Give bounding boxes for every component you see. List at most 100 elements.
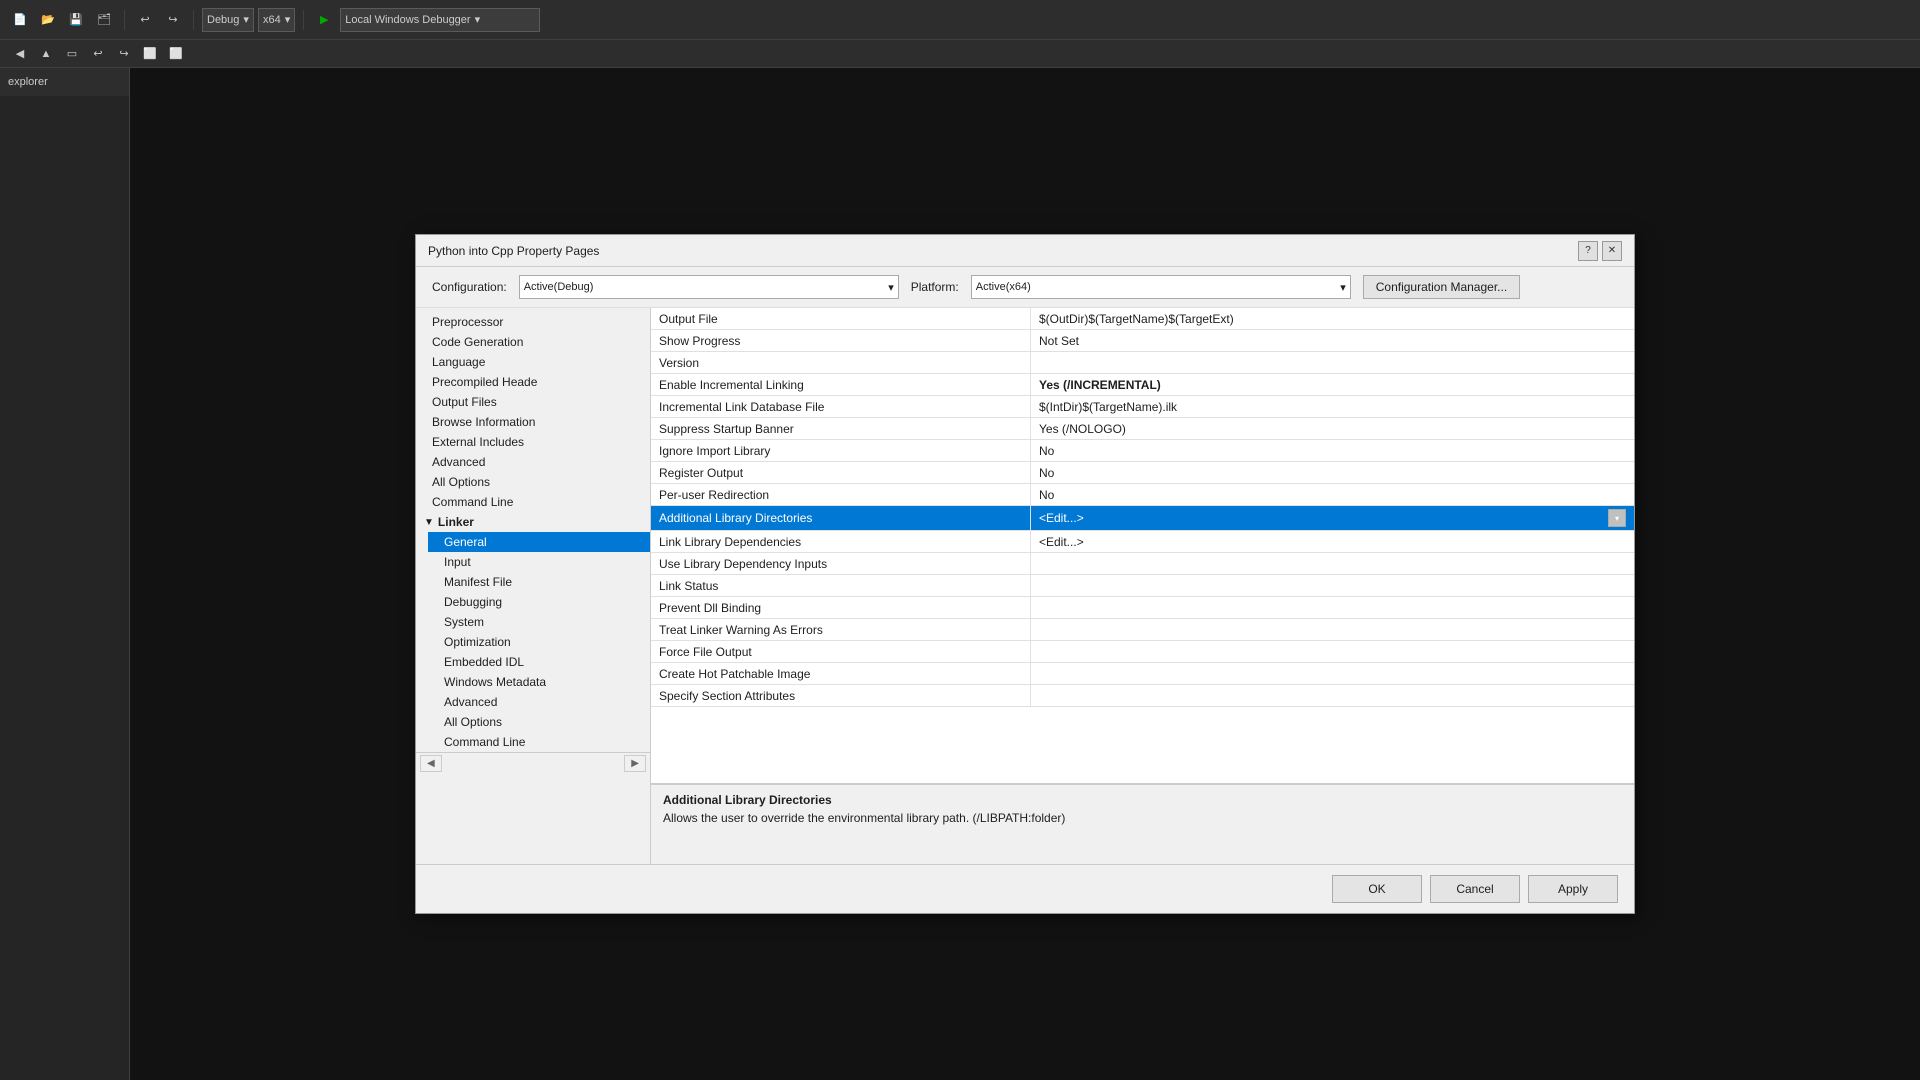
prop-value-force-file: [1031, 641, 1634, 662]
tree-item-command-line-linker[interactable]: Command Line: [428, 732, 650, 752]
platform-label: Platform:: [911, 280, 959, 294]
config-manager-button[interactable]: Configuration Manager...: [1363, 275, 1520, 299]
platform-arrow: ▾: [1340, 281, 1346, 294]
toolbar-save-all-btn[interactable]: 🗂: [92, 8, 116, 32]
tree-item-debugging[interactable]: Debugging: [428, 592, 650, 612]
description-area: Additional Library Directories Allows th…: [651, 784, 1634, 864]
prop-value-incremental: Yes (/INCREMENTAL): [1031, 374, 1634, 395]
toolbar-redo-btn[interactable]: ↪: [161, 8, 185, 32]
prop-dropdown-button[interactable]: ▾: [1608, 509, 1626, 527]
tree-item-output-files[interactable]: Output Files: [416, 392, 650, 412]
prop-value-output-file: $(OutDir)$(TargetName)$(TargetExt): [1031, 308, 1634, 329]
dialog-overlay: Python into Cpp Property Pages ? ✕ Confi…: [130, 68, 1920, 1080]
prop-name-section-attrs: Specify Section Attributes: [651, 685, 1031, 706]
prop-value-ilk-file: $(IntDir)$(TargetName).ilk: [1031, 396, 1634, 417]
prop-value-linker-warnings: [1031, 619, 1634, 640]
tree-item-external-includes[interactable]: External Includes: [416, 432, 650, 452]
configuration-dropdown[interactable]: Active(Debug) ▾: [519, 275, 899, 299]
tree-item-optimization[interactable]: Optimization: [428, 632, 650, 652]
prop-name-output-file: Output File: [651, 308, 1031, 329]
tree-item-windows-metadata[interactable]: Windows Metadata: [428, 672, 650, 692]
prop-name-per-user: Per-user Redirection: [651, 484, 1031, 505]
tree-item-input[interactable]: Input: [428, 552, 650, 572]
prop-row-use-lib-deps: Use Library Dependency Inputs: [651, 553, 1634, 575]
debugger-dropdown[interactable]: Local Windows Debugger ▾: [340, 8, 540, 32]
config-value: Active(Debug): [524, 281, 594, 293]
properties-table: Output File $(OutDir)$(TargetName)$(Targ…: [651, 308, 1634, 784]
dialog-titlebar: Python into Cpp Property Pages ? ✕: [416, 235, 1634, 267]
prop-name-ilk-file: Incremental Link Database File: [651, 396, 1031, 417]
description-text: Allows the user to override the environm…: [663, 811, 1622, 825]
prop-value-link-lib-deps: <Edit...>: [1031, 531, 1634, 552]
tree-item-all-options-top[interactable]: All Options: [416, 472, 650, 492]
toolbar2-btn1[interactable]: ◀: [8, 42, 32, 66]
help-button[interactable]: ?: [1578, 241, 1598, 261]
platform-dropdown[interactable]: Active(x64) ▾: [971, 275, 1351, 299]
tree-item-advanced-linker[interactable]: Advanced: [428, 692, 650, 712]
toolbar-undo-btn[interactable]: ↩: [133, 8, 157, 32]
toolbar2-btn6[interactable]: ⬜: [138, 42, 162, 66]
tree-scroll-left[interactable]: ◀: [420, 755, 442, 772]
toolbar-sep3: [303, 10, 304, 30]
toolbar-sep1: [124, 10, 125, 30]
tree-item-preprocessor[interactable]: Preprocessor: [416, 312, 650, 332]
prop-name-link-lib-deps: Link Library Dependencies: [651, 531, 1031, 552]
dialog-title: Python into Cpp Property Pages: [428, 244, 599, 258]
tree-item-precompiled[interactable]: Precompiled Heade: [416, 372, 650, 392]
prop-row-version: Version: [651, 352, 1634, 374]
tree-item-system[interactable]: System: [428, 612, 650, 632]
toolbar2-btn2[interactable]: ▲: [34, 42, 58, 66]
prop-row-section-attrs: Specify Section Attributes: [651, 685, 1634, 707]
prop-row-prevent-dll: Prevent Dll Binding: [651, 597, 1634, 619]
tree-item-advanced-top[interactable]: Advanced: [416, 452, 650, 472]
platform-value: Active(x64): [976, 281, 1031, 293]
tree-item-general[interactable]: General: [428, 532, 650, 552]
toolbar2-btn7[interactable]: ⬜: [164, 42, 188, 66]
prop-value-link-status: [1031, 575, 1634, 596]
prop-name-incremental: Enable Incremental Linking: [651, 374, 1031, 395]
dialog-content: Preprocessor Code Generation Language Pr…: [416, 308, 1634, 864]
prop-row-linker-warnings: Treat Linker Warning As Errors: [651, 619, 1634, 641]
linker-children: General Input Manifest File Debugging Sy…: [416, 532, 650, 752]
toolbar2-btn5[interactable]: ↪: [112, 42, 136, 66]
prop-name-hot-patch: Create Hot Patchable Image: [651, 663, 1031, 684]
cancel-button[interactable]: Cancel: [1430, 875, 1520, 903]
tree-section-linker[interactable]: ▼ Linker: [416, 512, 650, 532]
platform-label: x64: [263, 14, 281, 26]
ide-toolbar: 📄 📂 💾 🗂 ↩ ↪ Debug ▾ x64 ▾ ▶ Local Window…: [0, 0, 1920, 40]
linker-expand-icon: ▼: [424, 517, 434, 528]
tree-item-language[interactable]: Language: [416, 352, 650, 372]
prop-row-link-lib-deps: Link Library Dependencies <Edit...>: [651, 531, 1634, 553]
debug-config-dropdown[interactable]: Debug ▾: [202, 8, 254, 32]
tree-item-code-generation[interactable]: Code Generation: [416, 332, 650, 352]
tree-scroll-right[interactable]: ▶: [624, 755, 646, 772]
close-button[interactable]: ✕: [1602, 241, 1622, 261]
tree-item-all-options-linker[interactable]: All Options: [428, 712, 650, 732]
tree-item-manifest-file[interactable]: Manifest File: [428, 572, 650, 592]
prop-value-incremental-text: Yes (/INCREMENTAL): [1039, 378, 1161, 392]
toolbar2-btn4[interactable]: ↩: [86, 42, 110, 66]
toolbar-open-btn[interactable]: 📂: [36, 8, 60, 32]
apply-button[interactable]: Apply: [1528, 875, 1618, 903]
prop-row-additional-lib-dirs[interactable]: Additional Library Directories <Edit...>…: [651, 506, 1634, 531]
toolbar-new-btn[interactable]: 📄: [8, 8, 32, 32]
prop-name-register-output: Register Output: [651, 462, 1031, 483]
prop-edit-container: <Edit...> ▾: [1039, 509, 1626, 527]
tree-item-browse-info[interactable]: Browse Information: [416, 412, 650, 432]
tree-item-command-line-top[interactable]: Command Line: [416, 492, 650, 512]
prop-row-output-file: Output File $(OutDir)$(TargetName)$(Targ…: [651, 308, 1634, 330]
run-btn[interactable]: ▶: [312, 8, 336, 32]
prop-name-use-lib-deps: Use Library Dependency Inputs: [651, 553, 1031, 574]
prop-value-register-output: No: [1031, 462, 1634, 483]
toolbar2-btn3[interactable]: ▭: [60, 42, 84, 66]
prop-row-banner: Suppress Startup Banner Yes (/NOLOGO): [651, 418, 1634, 440]
config-arrow: ▾: [888, 281, 894, 294]
property-pages-dialog: Python into Cpp Property Pages ? ✕ Confi…: [415, 234, 1635, 914]
prop-name-show-progress: Show Progress: [651, 330, 1031, 351]
ok-button[interactable]: OK: [1332, 875, 1422, 903]
tree-item-embedded-idl[interactable]: Embedded IDL: [428, 652, 650, 672]
prop-value-use-lib-deps: [1031, 553, 1634, 574]
toolbar-save-btn[interactable]: 💾: [64, 8, 88, 32]
prop-value-hot-patch: [1031, 663, 1634, 684]
platform-dropdown[interactable]: x64 ▾: [258, 8, 295, 32]
